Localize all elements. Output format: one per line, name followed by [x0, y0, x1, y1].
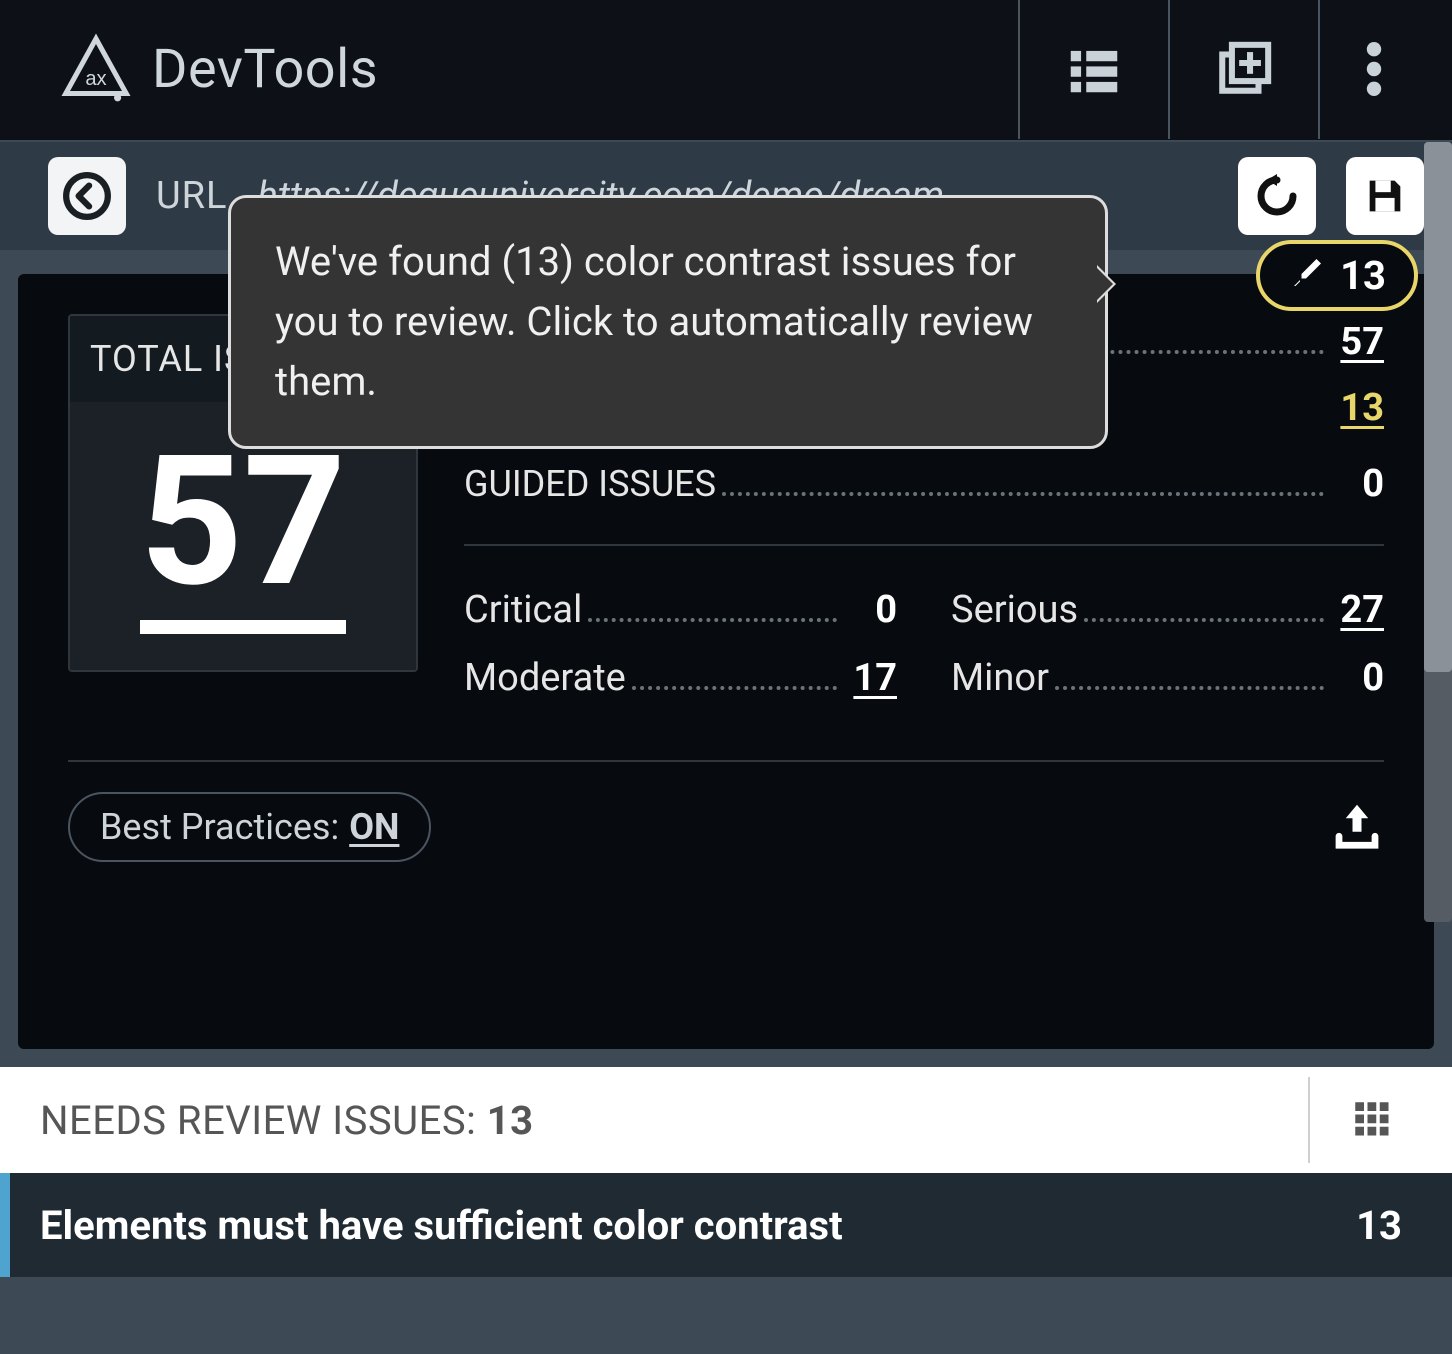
color-contrast-badge[interactable]: 13	[1256, 240, 1418, 311]
needs-review-section-header: NEEDS REVIEW ISSUES: 13	[0, 1067, 1452, 1173]
total-issues-count[interactable]: 57	[140, 432, 347, 634]
export-button[interactable]	[1330, 798, 1384, 856]
tooltip-text: We've found (13) color contrast issues f…	[275, 238, 1033, 405]
scrollbar-thumb[interactable]	[1424, 142, 1452, 672]
best-practices-label: Best Practices:	[100, 806, 339, 848]
upload-icon	[1330, 798, 1384, 852]
severity-moderate: Moderate 17	[464, 656, 897, 700]
guided-issues-label: GUIDED ISSUES	[464, 463, 716, 505]
issue-row[interactable]: Elements must have sufficient color cont…	[0, 1173, 1452, 1277]
save-icon	[1362, 173, 1408, 219]
add-page-button[interactable]	[1168, 0, 1318, 139]
app-title: DevTools	[152, 38, 378, 101]
severity-minor-value: 0	[1334, 656, 1384, 700]
color-contrast-count: 13	[1340, 252, 1386, 299]
app-header: ax DevTools	[0, 0, 1452, 140]
guided-issues-value: 0	[1334, 462, 1384, 506]
severity-minor: Minor 0	[951, 656, 1384, 700]
automatic-issues-value[interactable]: 57	[1334, 320, 1384, 364]
grid-view-button[interactable]	[1308, 1077, 1412, 1163]
scrollbar[interactable]	[1424, 142, 1452, 922]
guided-issues-row: GUIDED ISSUES 0	[464, 462, 1384, 506]
save-button[interactable]	[1346, 157, 1424, 235]
divider	[464, 544, 1384, 546]
back-button[interactable]	[48, 157, 126, 235]
best-practices-toggle[interactable]: Best Practices: ON	[68, 792, 431, 862]
list-view-button[interactable]	[1018, 0, 1168, 139]
add-page-icon	[1215, 40, 1273, 98]
svg-text:ax: ax	[85, 68, 106, 90]
logo: ax DevTools	[60, 33, 378, 105]
rescan-button[interactable]	[1238, 157, 1316, 235]
more-menu-button[interactable]	[1318, 0, 1428, 139]
eyedropper-icon	[1288, 256, 1324, 296]
back-arrow-icon	[62, 171, 112, 221]
tooltip: We've found (13) color contrast issues f…	[228, 195, 1108, 449]
severity-moderate-value[interactable]: 17	[847, 656, 897, 700]
grid-icon	[1350, 1097, 1392, 1139]
list-icon	[1063, 38, 1125, 100]
best-practices-state: ON	[349, 806, 399, 848]
url-label: URL	[156, 174, 228, 218]
issue-title: Elements must have sufficient color cont…	[40, 1202, 843, 1249]
severity-critical-value: 0	[847, 588, 897, 632]
needs-review-heading: NEEDS REVIEW ISSUES: 13	[40, 1097, 534, 1144]
severity-serious-value[interactable]: 27	[1334, 588, 1384, 632]
needs-review-value[interactable]: 13	[1334, 386, 1384, 430]
refresh-icon	[1253, 172, 1301, 220]
kebab-menu-icon	[1366, 42, 1382, 96]
axe-logo-icon: ax	[60, 33, 132, 105]
severity-serious: Serious 27	[951, 588, 1384, 632]
issue-count: 13	[1356, 1202, 1402, 1249]
severity-critical: Critical 0	[464, 588, 897, 632]
